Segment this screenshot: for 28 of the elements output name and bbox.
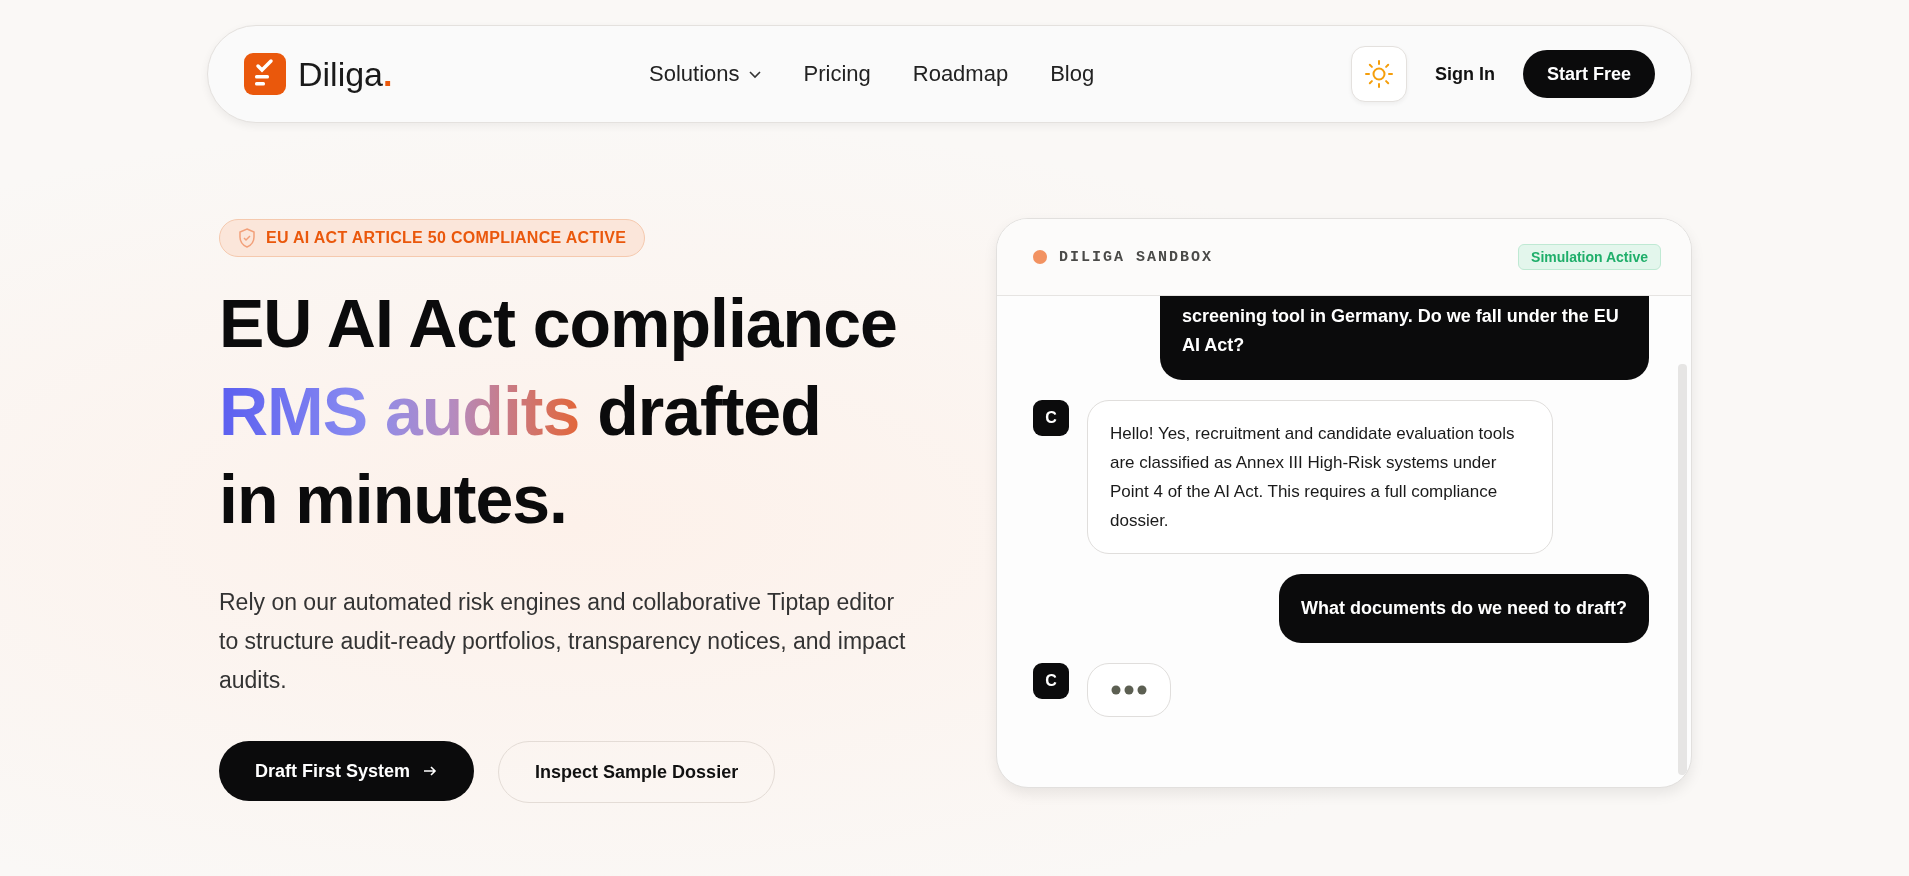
hero-description: Rely on our automated risk engines and collaborative Tiptap editor to structure audit-ready portfolios, transparency notices, and impact audits. [219, 588, 907, 695]
avatar-initial: C [1033, 400, 1069, 436]
chat-title: DILIGA SANDBOX [1059, 248, 1215, 266]
nav-link[interactable]: Blog [1050, 61, 1095, 87]
headline-text: drafted [597, 372, 821, 451]
nav-link[interactable]: Roadmap [912, 61, 1009, 87]
headline-text: in minutes. [219, 460, 567, 539]
brand-name[interactable]: Diliga [298, 54, 384, 94]
nav-link[interactable]: Solutions [649, 61, 762, 87]
status-dot [1033, 250, 1047, 264]
shield-icon [238, 228, 256, 248]
draft-button[interactable]: Draft First System [219, 741, 475, 801]
headline-text: EU AI Act compliance [219, 284, 897, 363]
logo-icon [244, 53, 286, 95]
badge-text: EU AI ACT ARTICLE 50 COMPLIANCE ACTIVE [266, 229, 627, 247]
simulation-status: Simulation Active [1518, 244, 1661, 270]
user-message: What documents do we need to draft? [1279, 574, 1649, 643]
user-message: screening tool in Germany. Do we fall under the EU AI Act? [1160, 296, 1649, 380]
brand-mark: . [383, 54, 393, 94]
nav-link[interactable]: Pricing [803, 61, 871, 87]
scrollbar[interactable] [1678, 364, 1687, 775]
sun-icon [1363, 59, 1394, 89]
start-free-button[interactable]: Start Free [1522, 50, 1655, 98]
dots-icon [1111, 685, 1147, 695]
assistant-message: Hello! Yes, recruitment and candidate evaluation tools are classified as Annex III High-Risk systems under Point 4 of the AI Act. This requires a full compliance dossier. [1087, 400, 1553, 554]
avatar-initial: C [1033, 663, 1069, 699]
theme-toggle[interactable] [1350, 46, 1407, 102]
sign-in-link[interactable]: Sign In [1428, 62, 1501, 86]
